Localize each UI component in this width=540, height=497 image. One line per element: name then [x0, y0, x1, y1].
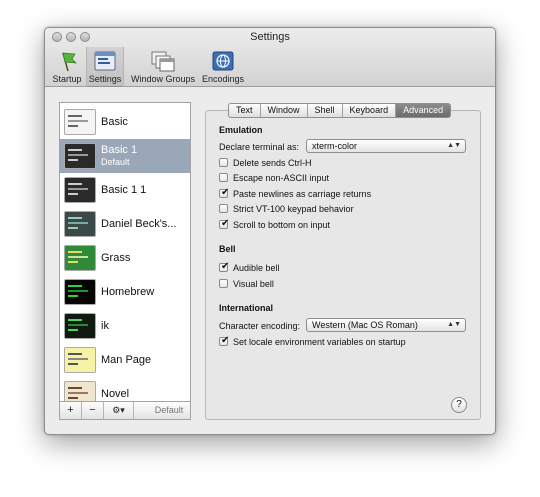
updown-arrows-icon: ▲▼ [447, 142, 461, 149]
declare-terminal-select[interactable]: xterm-color ▲▼ [306, 139, 466, 153]
tab-shell[interactable]: Shell [308, 104, 343, 117]
profile-thumbnail [64, 347, 96, 373]
profile-item-man-page[interactable]: Man Page [60, 343, 190, 377]
profile-thumbnail [64, 245, 96, 271]
toolbar-encodings[interactable]: Encodings [201, 47, 245, 87]
declare-terminal-label: Declare terminal as: [219, 142, 300, 152]
profile-item-basic[interactable]: Basic [60, 105, 190, 139]
profile-item-homebrew[interactable]: Homebrew [60, 275, 190, 309]
profile-item-basic-1-1[interactable]: Basic 1 1 [60, 173, 190, 207]
add-profile-button[interactable]: + [60, 402, 82, 419]
title-bar: Settings Startup Settings Window Groups … [45, 28, 495, 87]
tab-advanced[interactable]: Advanced [396, 104, 451, 117]
character-encoding-select[interactable]: Western (Mac OS Roman) ▲▼ [306, 318, 466, 332]
window-title: Settings [250, 31, 290, 43]
settings-tabs: Text Window Shell Keyboard Advanced [228, 103, 452, 118]
window-groups-icon [151, 51, 175, 72]
profile-thumbnail [64, 279, 96, 305]
emulation-heading: Emulation [219, 125, 263, 135]
updown-arrows-icon: ▲▼ [447, 321, 461, 328]
profile-thumbnail [64, 177, 96, 203]
tab-keyboard[interactable]: Keyboard [343, 104, 397, 117]
bell-heading: Bell [219, 244, 236, 254]
checkmark-icon: ✔ [221, 187, 230, 198]
profile-item-daniel-beck[interactable]: Daniel Beck's... [60, 207, 190, 241]
toolbar-settings[interactable]: Settings [86, 47, 124, 87]
settings-window: Settings Startup Settings Window Groups … [44, 27, 496, 435]
profile-item-grass[interactable]: Grass [60, 241, 190, 275]
checkmark-icon: ✔ [221, 218, 230, 229]
profile-list-toolbar: + − ⚙▾ Default [59, 401, 191, 420]
settings-window-icon [94, 51, 116, 71]
help-button[interactable]: ? [451, 397, 467, 413]
profile-thumbnail [64, 109, 96, 135]
tab-window[interactable]: Window [261, 104, 308, 117]
character-encoding-label: Character encoding: [219, 321, 301, 331]
checkmark-icon: ✔ [221, 261, 230, 272]
startup-flag-icon [62, 52, 77, 72]
default-button[interactable]: Default [148, 402, 190, 419]
action-gear-menu-button[interactable]: ⚙▾ [104, 402, 134, 419]
tab-text[interactable]: Text [229, 104, 261, 117]
international-heading: International [219, 303, 274, 313]
toolbar-window-groups[interactable]: Window Groups [127, 47, 199, 87]
checkmark-icon: ✔ [221, 335, 230, 346]
profile-thumbnail [64, 313, 96, 339]
profile-item-basic-1[interactable]: Basic 1 Default [60, 139, 190, 173]
profile-thumbnail [64, 143, 96, 169]
toolbar-startup[interactable]: Startup [49, 47, 85, 87]
encodings-globe-icon [212, 51, 234, 71]
profile-thumbnail [64, 211, 96, 237]
remove-profile-button[interactable]: − [82, 402, 104, 419]
profile-item-ik[interactable]: ik [60, 309, 190, 343]
profile-list[interactable]: Basic Basic 1 Default Basic 1 1 Daniel B… [59, 102, 191, 420]
